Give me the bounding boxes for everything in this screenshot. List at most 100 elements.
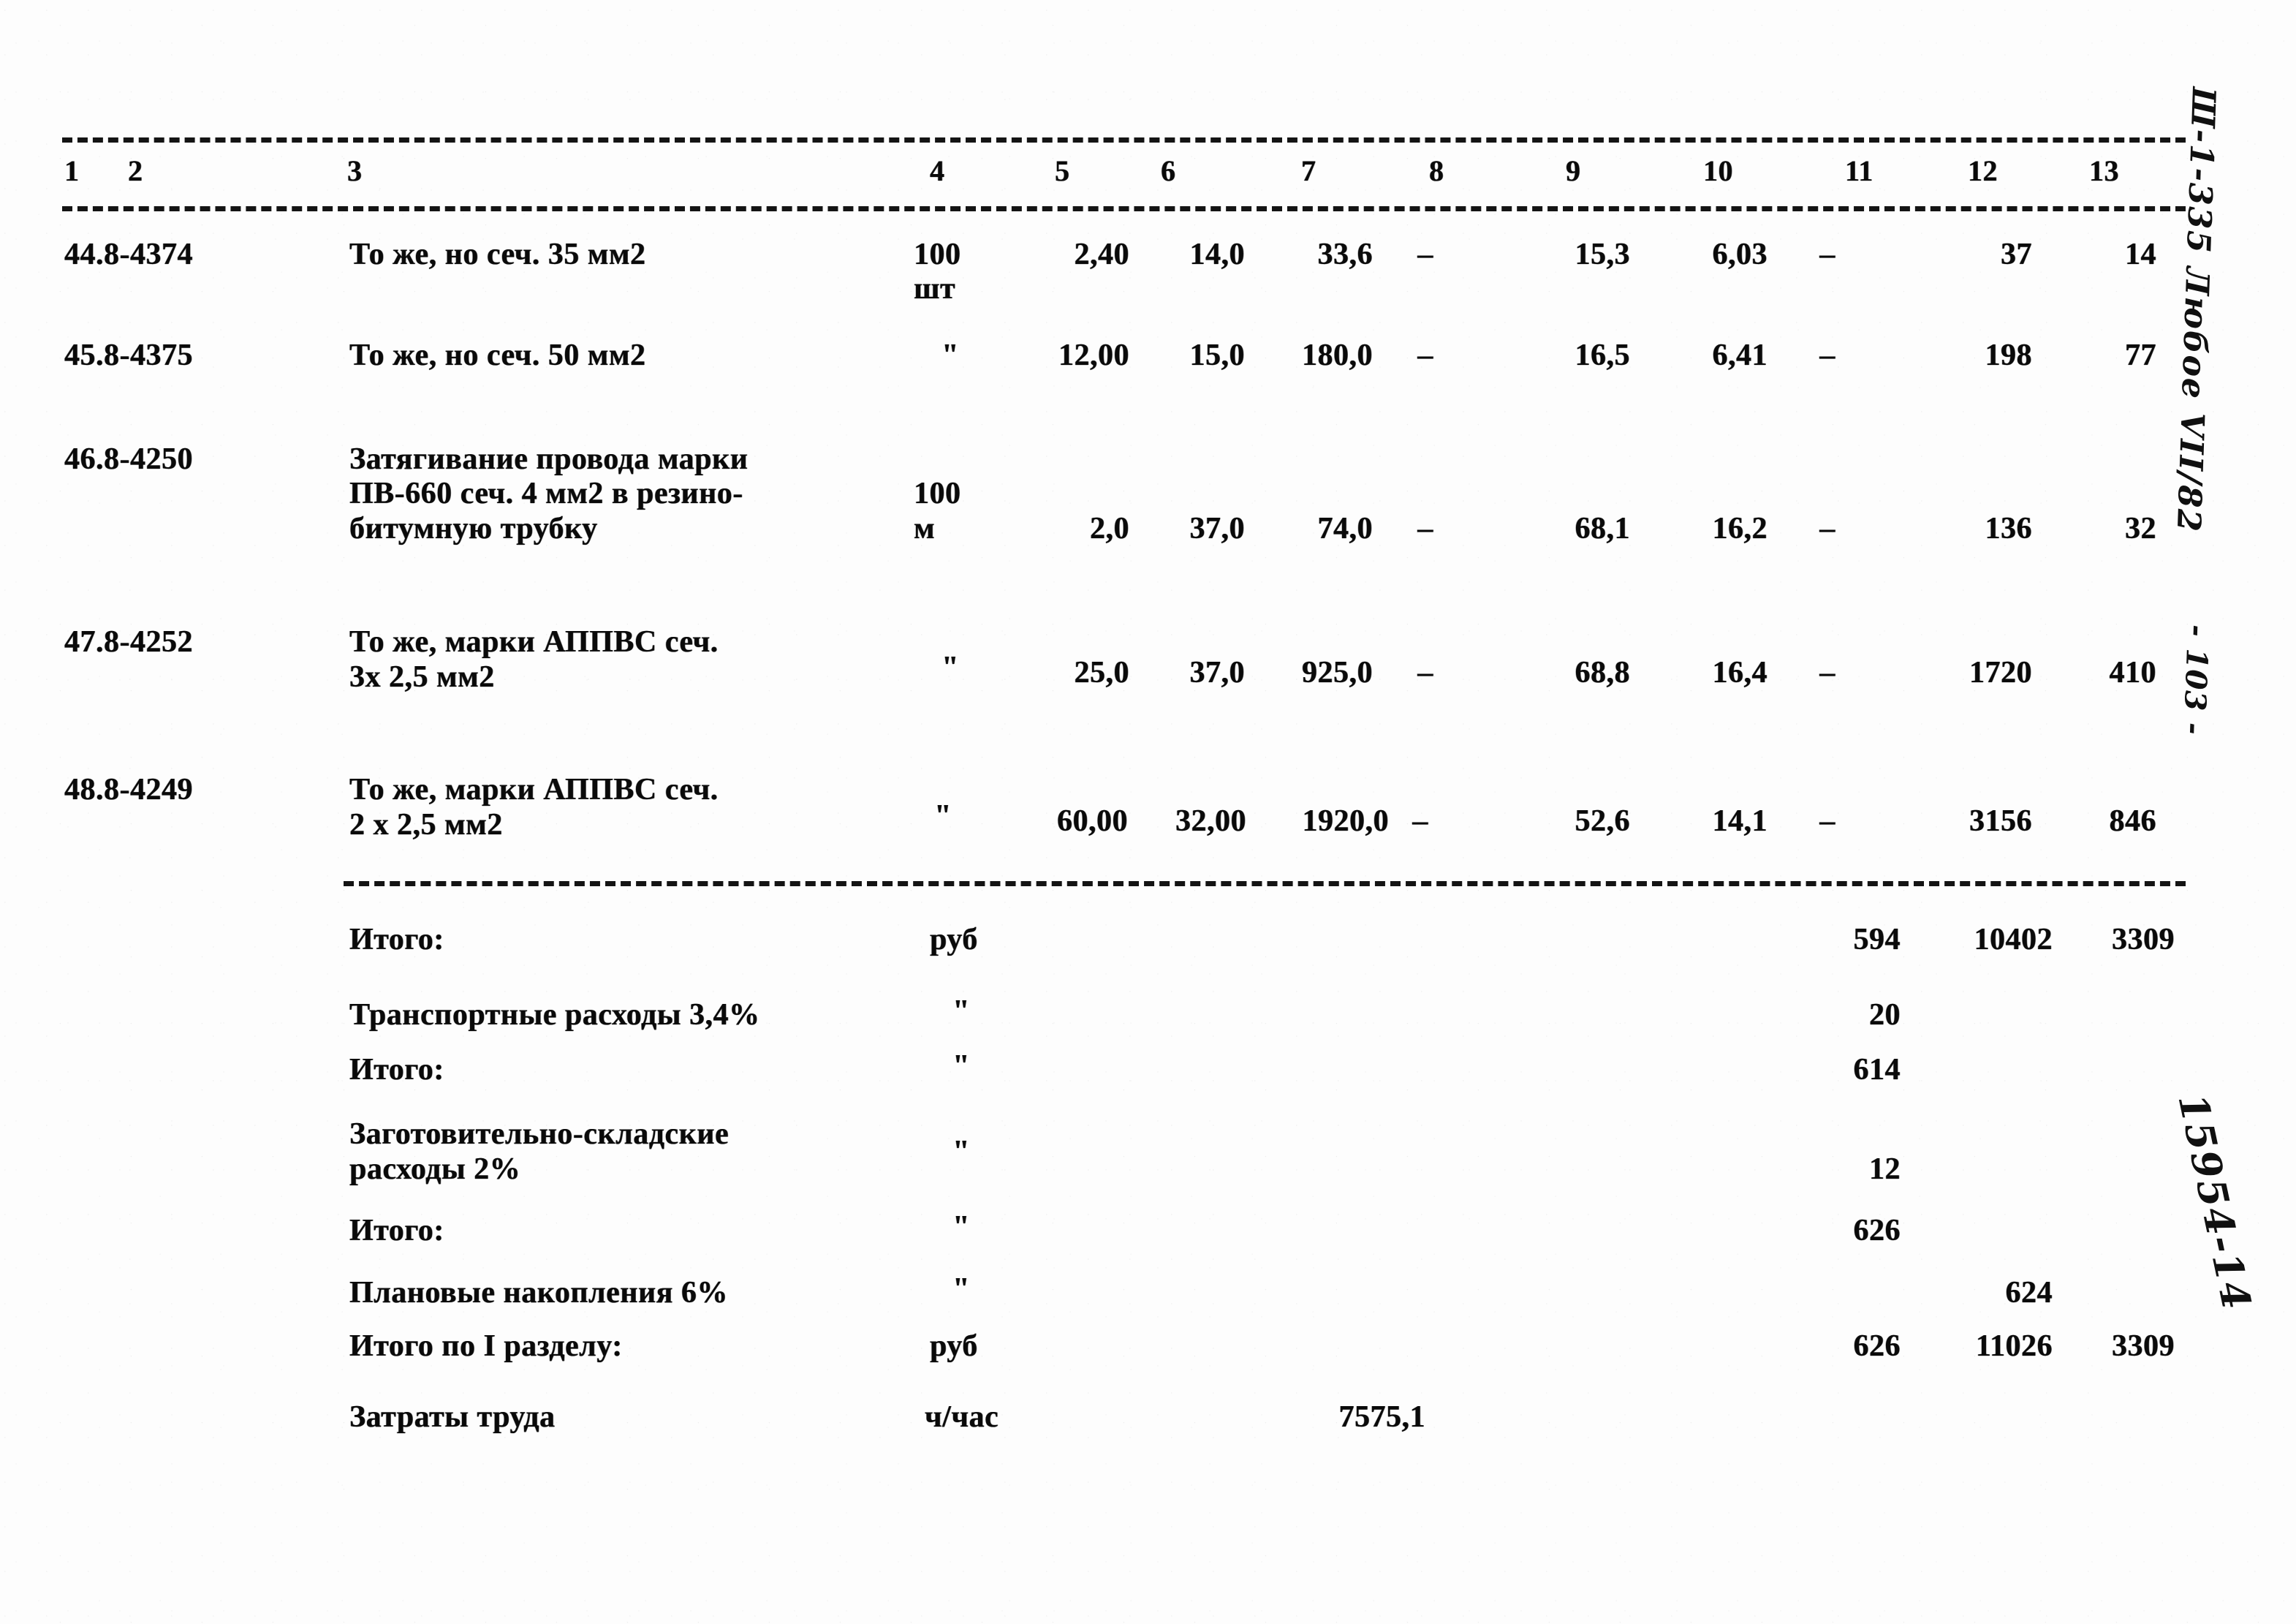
margin-handwritten-code: Ш-1-335 Любое VII/82 (2169, 86, 2222, 534)
summary-unit: " (952, 1272, 970, 1306)
row-code: 48.8-4249 (64, 773, 193, 807)
row-cell-6: 37,0 (1189, 656, 1245, 690)
row-cell-8: – (1417, 339, 1433, 372)
summary-cell-11: 20 (1869, 998, 1901, 1032)
summary-unit: руб (930, 923, 978, 956)
column-header-13: 13 (2089, 154, 2119, 187)
row-cell-6: 14,0 (1189, 238, 1245, 271)
row-cell-9: 16,5 (1575, 339, 1630, 372)
summary-cell-11: 594 (1853, 923, 1901, 956)
row-code: 45.8-4375 (64, 339, 193, 372)
row-cell-9: 52,6 (1575, 804, 1630, 838)
row-description-line: 3х 2,5 мм2 (349, 660, 495, 694)
summary-cell-12: 624 (2005, 1276, 2053, 1310)
row-cell-9: 68,8 (1575, 656, 1630, 690)
row-cell-10: 16,2 (1712, 512, 1768, 545)
row-description-line: Затягивание провода марки (349, 442, 749, 476)
row-cell-13: 77 (2125, 339, 2156, 372)
summary-label: Итого: (349, 1053, 444, 1087)
summary-unit: руб (930, 1329, 978, 1363)
row-description-line: То же, но сеч. 50 мм2 (349, 339, 646, 372)
row-description-line: То же, марки АППВС сеч. (349, 773, 719, 807)
row-cell-13: 410 (2109, 656, 2156, 690)
summary-label: Итого по I разделу: (349, 1329, 623, 1363)
column-header-3: 3 (347, 154, 363, 187)
row-unit-line: " (934, 799, 952, 833)
summary-label: Затраты труда (349, 1400, 556, 1434)
row-cell-7: 180,0 (1302, 339, 1373, 372)
summary-cell-11: 12 (1869, 1152, 1901, 1186)
summary-cell-11: 626 (1853, 1214, 1901, 1247)
summary-label: Итого: (349, 1214, 444, 1247)
row-description-line: То же, но сеч. 35 мм2 (349, 238, 646, 271)
summary-cell-7: 7575,1 (1338, 1400, 1425, 1434)
row-cell-12: 198 (1985, 339, 2032, 372)
row-cell-10: 6,03 (1712, 238, 1768, 271)
row-cell-11: – (1819, 804, 1835, 838)
summary-unit: ч/час (925, 1400, 999, 1434)
row-description-line: То же, марки АППВС сеч. (349, 625, 719, 659)
row-cell-11: – (1819, 339, 1835, 372)
row-cell-11: – (1819, 238, 1835, 271)
summary-unit: " (952, 1135, 970, 1168)
column-header-12: 12 (1968, 154, 1998, 187)
summary-label: Плановые накопления 6% (349, 1276, 728, 1310)
row-cell-8: – (1412, 804, 1428, 838)
row-cell-8: – (1417, 512, 1433, 545)
row-cell-10: 16,4 (1712, 656, 1768, 690)
row-cell-5: 2,0 (1090, 512, 1129, 545)
row-unit-line: м (914, 512, 936, 545)
row-cell-7: 33,6 (1317, 238, 1373, 271)
row-code: 46.8-4250 (64, 442, 193, 476)
scanned-page: 1 2 3 4 5 6 7 8 9 10 11 12 13 44.8-4374 … (0, 0, 2296, 1624)
summary-cell-12: 11026 (1975, 1329, 2053, 1363)
row-cell-11: – (1819, 512, 1835, 545)
summary-cell-12: 10402 (1974, 923, 2053, 956)
row-cell-10: 6,41 (1712, 339, 1768, 372)
table-top-rule (62, 137, 2186, 143)
row-cell-5: 2,40 (1074, 238, 1129, 271)
row-cell-10: 14,1 (1712, 804, 1768, 838)
column-header-2: 2 (128, 154, 143, 187)
row-cell-6: 32,00 (1175, 804, 1246, 838)
column-header-6: 6 (1161, 154, 1176, 187)
summary-unit: " (952, 1210, 970, 1244)
column-header-10: 10 (1703, 154, 1733, 187)
row-cell-5: 12,00 (1058, 339, 1129, 372)
row-cell-13: 32 (2125, 512, 2156, 545)
row-cell-6: 15,0 (1189, 339, 1245, 372)
row-code: 44.8-4374 (64, 238, 193, 271)
table-header-bottom-rule (62, 206, 2186, 211)
column-header-7: 7 (1301, 154, 1316, 187)
row-cell-7: 1920,0 (1302, 804, 1389, 838)
row-cell-5: 60,00 (1057, 804, 1128, 838)
table-body-bottom-rule (344, 881, 2186, 886)
column-header-11: 11 (1845, 154, 1873, 187)
row-unit-line: 100 (914, 238, 961, 271)
summary-label: Транспортные расходы 3,4% (349, 998, 760, 1032)
margin-archive-stamp: 15954-14 (2169, 1089, 2261, 1315)
summary-label: Итого: (349, 923, 444, 956)
row-cell-7: 925,0 (1302, 656, 1373, 690)
summary-cell-11: 626 (1853, 1329, 1901, 1363)
row-code: 47.8-4252 (64, 625, 193, 659)
row-unit-line: 100 (914, 477, 961, 510)
row-cell-12: 1720 (1969, 656, 2032, 690)
row-cell-9: 15,3 (1575, 238, 1630, 271)
row-cell-11: – (1819, 656, 1835, 690)
summary-cell-11: 614 (1853, 1053, 1901, 1087)
row-unit-line: шт (914, 272, 956, 306)
column-header-9: 9 (1566, 154, 1581, 187)
column-header-8: 8 (1429, 154, 1444, 187)
row-cell-12: 136 (1985, 512, 2032, 545)
row-description-line: ПВ-660 сеч. 4 мм2 в резино- (349, 477, 743, 510)
row-cell-13: 14 (2125, 238, 2156, 271)
margin-page-number: - 103 - (2176, 624, 2215, 736)
row-unit-line: " (941, 651, 959, 684)
row-cell-8: – (1417, 238, 1433, 271)
column-header-5: 5 (1055, 154, 1070, 187)
row-description-line: 2 х 2,5 мм2 (349, 808, 503, 842)
row-cell-13: 846 (2109, 804, 2156, 838)
row-cell-6: 37,0 (1189, 512, 1245, 545)
column-header-1: 1 (64, 154, 80, 187)
